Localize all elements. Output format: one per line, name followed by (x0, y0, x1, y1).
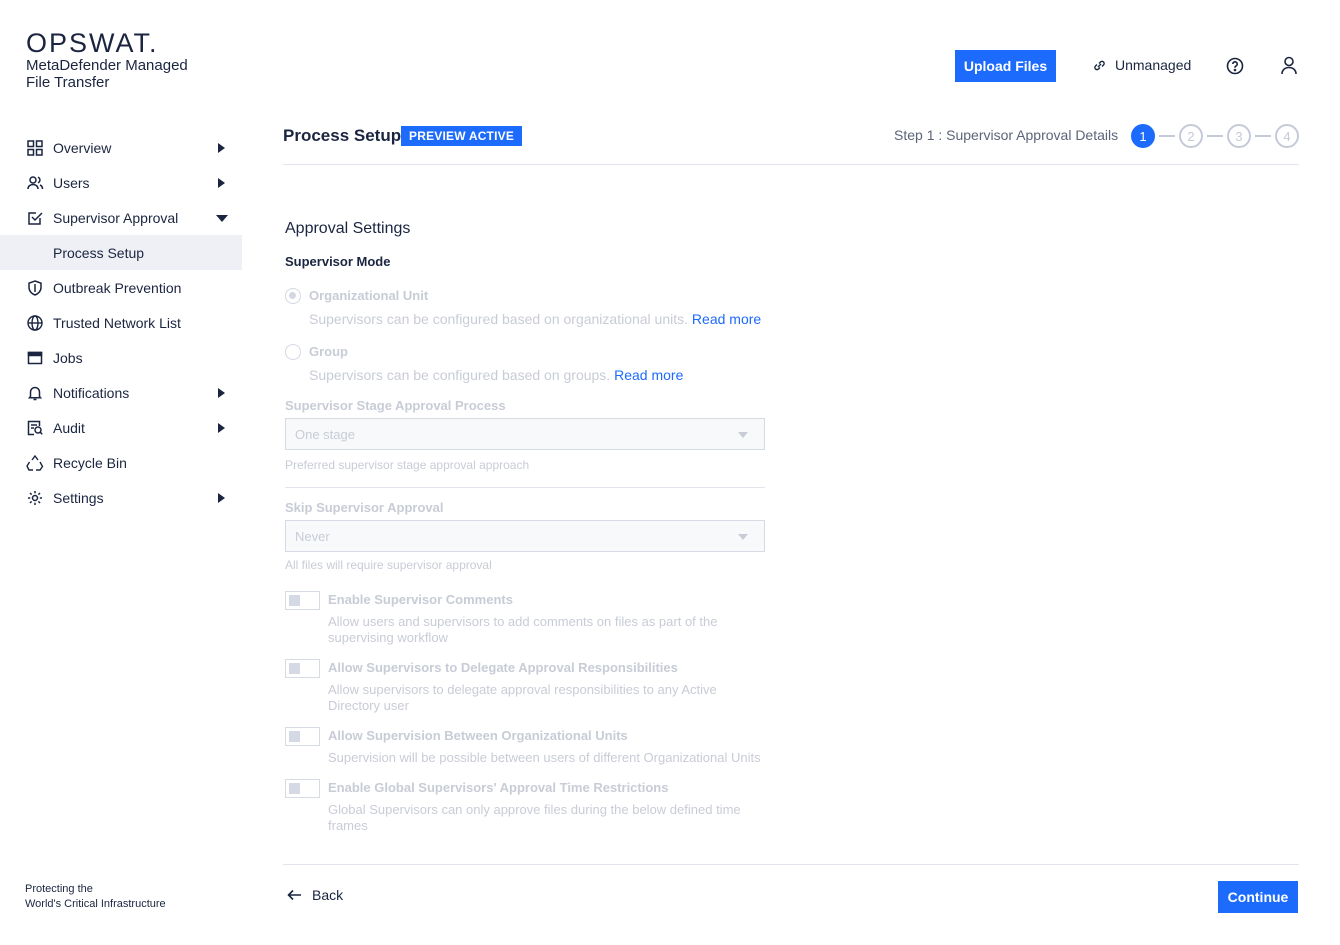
radio-org-desc: Supervisors can be configured based on o… (309, 311, 762, 327)
upload-files-button[interactable]: Upload Files (955, 50, 1056, 82)
users-icon (26, 174, 44, 192)
unmanaged-link[interactable]: Unmanaged (1092, 57, 1191, 73)
opswat-logo: OPSWAT. (26, 28, 159, 58)
back-button[interactable]: Back (287, 887, 343, 903)
toggle-desc: Allow supervisors to delegate approval r… (328, 682, 717, 713)
arrow-left-icon (287, 889, 302, 901)
sidebar-item-label: Jobs (53, 349, 83, 366)
chevron-right-icon (218, 388, 225, 398)
skip-approval-label: Skip Supervisor Approval (285, 500, 444, 515)
continue-button[interactable]: Continue (1218, 881, 1298, 913)
sidebar-item-label: Overview (53, 139, 112, 156)
sidebar-item-label: Process Setup (53, 244, 145, 261)
toggle-title: Enable Global Supervisors' Approval Time… (328, 780, 669, 795)
chevron-down-icon (216, 215, 228, 222)
step-2[interactable]: 2 (1179, 124, 1203, 148)
toggle-title: Enable Supervisor Comments (328, 592, 513, 607)
sidebar-item-supervisor-approval[interactable]: Supervisor Approval (0, 200, 242, 235)
step-connector (1207, 135, 1223, 137)
sidebar-item-label: Supervisor Approval (53, 209, 179, 226)
sidebar-item-jobs[interactable]: Jobs (0, 340, 242, 375)
supervisor-mode-label: Supervisor Mode (285, 254, 391, 269)
radio-group-desc: Supervisors can be configured based on g… (309, 367, 684, 383)
toggle-supervisor-comments[interactable] (285, 591, 320, 610)
step-3[interactable]: 3 (1227, 124, 1251, 148)
step-connector (1255, 135, 1271, 137)
sidebar-item-label: Recycle Bin (53, 454, 127, 471)
chevron-right-icon (218, 493, 225, 503)
toggle-global-time-restrictions[interactable] (285, 779, 320, 798)
step-connector (1159, 135, 1175, 137)
read-more-link[interactable]: Read more (692, 311, 761, 327)
sidebar-nav: Overview Users Supervisor Approval Proce… (0, 130, 242, 515)
product-name: MetaDefender Managed File Transfer (26, 57, 188, 91)
step-4[interactable]: 4 (1275, 124, 1299, 148)
sidebar-item-audit[interactable]: Audit (0, 410, 242, 445)
toggle-desc: Allow users and supervisors to add comme… (328, 614, 718, 645)
stage-approval-label: Supervisor Stage Approval Process (285, 398, 506, 413)
sidebar-item-label: Audit (53, 419, 85, 436)
preview-badge: PREVIEW ACTIVE (401, 126, 523, 146)
sidebar-item-notifications[interactable]: Notifications (0, 375, 242, 410)
radio-group[interactable] (285, 344, 301, 360)
globe-icon (26, 314, 44, 332)
sidebar-item-users[interactable]: Users (0, 165, 242, 200)
toggle-supervision-between-ous[interactable] (285, 727, 320, 746)
page-title: Process Setup (283, 126, 402, 145)
stage-approval-select[interactable]: One stage (285, 418, 765, 450)
stage-approval-helper: Preferred supervisor stage approval appr… (285, 458, 530, 472)
chevron-right-icon (218, 178, 225, 188)
sidebar-item-label: Trusted Network List (53, 314, 181, 331)
audit-icon (26, 419, 44, 437)
sidebar-item-label: Users (53, 174, 90, 191)
user-icon[interactable] (1280, 56, 1298, 80)
grid-icon (26, 139, 44, 157)
stepper: 1 2 3 4 (1131, 124, 1299, 148)
bell-icon (26, 384, 44, 402)
skip-approval-select[interactable]: Never (285, 520, 765, 552)
toggle-title: Allow Supervision Between Organizational… (328, 728, 628, 743)
sidebar-item-label: Outbreak Prevention (53, 279, 182, 296)
sidebar-item-settings[interactable]: Settings (0, 480, 242, 515)
toggle-delegate-approval[interactable] (285, 659, 320, 678)
sidebar-item-recycle-bin[interactable]: Recycle Bin (0, 445, 242, 480)
sidebar-item-outbreak-prevention[interactable]: Outbreak Prevention (0, 270, 242, 305)
chevron-down-icon (738, 534, 748, 540)
link-icon (1092, 58, 1107, 73)
recycle-icon (26, 454, 44, 472)
sidebar-item-label: Notifications (53, 384, 130, 401)
sidebar-item-process-setup[interactable]: Process Setup (0, 235, 242, 270)
sidebar: OPSWAT. MetaDefender Managed File Transf… (0, 0, 242, 945)
help-icon[interactable] (1226, 57, 1244, 80)
shield-icon (26, 279, 44, 297)
chevron-right-icon (218, 423, 225, 433)
section-title: Approval Settings (285, 220, 411, 237)
divider (283, 864, 1299, 865)
gear-icon (26, 489, 44, 507)
checkbox-icon (26, 209, 44, 227)
tagline: Protecting the World's Critical Infrastr… (25, 883, 166, 910)
sidebar-item-overview[interactable]: Overview (0, 130, 242, 165)
step-label: Step 1 : Supervisor Approval Details (894, 127, 1119, 143)
read-more-link[interactable]: Read more (614, 367, 683, 383)
radio-org-title: Organizational Unit (309, 288, 429, 303)
sidebar-item-label: Settings (53, 489, 104, 506)
toggle-title: Allow Supervisors to Delegate Approval R… (328, 660, 678, 675)
sidebar-item-trusted-network-list[interactable]: Trusted Network List (0, 305, 242, 340)
skip-approval-helper: All files will require supervisor approv… (285, 558, 492, 572)
radio-organizational-unit[interactable] (285, 288, 301, 304)
toggle-desc: Supervision will be possible between use… (328, 750, 761, 765)
radio-group-title: Group (309, 344, 348, 359)
chevron-right-icon (218, 143, 225, 153)
divider (285, 487, 765, 488)
chevron-down-icon (738, 432, 748, 438)
window-icon (26, 349, 44, 367)
divider (283, 164, 1299, 165)
toggle-desc: Global Supervisors can only approve file… (328, 802, 741, 833)
step-1[interactable]: 1 (1131, 124, 1155, 148)
